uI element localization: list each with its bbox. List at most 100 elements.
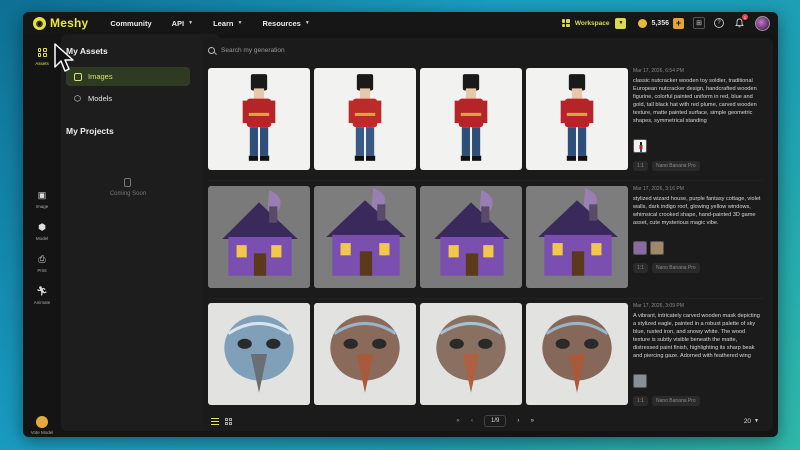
rail-print[interactable]: ⎙ Print: [23, 253, 61, 273]
rail-animate[interactable]: 🏃︎ Animate: [23, 285, 61, 305]
generated-image[interactable]: [314, 303, 416, 405]
logo[interactable]: ◉ Meshy: [33, 16, 88, 30]
reference-thumbnail[interactable]: [633, 139, 647, 153]
generated-image[interactable]: [420, 68, 522, 170]
grid-view-icon[interactable]: [225, 417, 232, 425]
workspace-icon: [561, 19, 570, 27]
generated-image[interactable]: [420, 303, 522, 405]
chevron-down-icon: ▼: [237, 20, 243, 26]
main-content: Search my generation Mar 17, 2026, 6:54 …: [203, 38, 773, 431]
chevron-down-icon: ▼: [188, 20, 194, 26]
generation-tags: 1:1 Nano Banana Pro: [633, 263, 763, 273]
generation-tags: 1:1 Nano Banana Pro: [633, 396, 763, 406]
generated-image[interactable]: [208, 303, 310, 405]
generation-date: Mar 17, 2026, 3:09 PM: [633, 303, 684, 309]
rail-vote-label: Vote Model: [30, 430, 54, 435]
rail-model[interactable]: ⬢ Model: [23, 221, 61, 241]
buy-credits-button[interactable]: +: [673, 17, 684, 29]
per-page-value: 20: [743, 417, 752, 425]
gift-icon[interactable]: ⊞: [693, 17, 705, 29]
workspace-label: Workspace: [574, 19, 610, 27]
coming-soon-text: Coming Soon: [109, 191, 147, 197]
ratio-tag: 1:1: [633, 161, 648, 171]
generation-info: Mar 17, 2026, 3:09 PM A vibrant, intrica…: [633, 303, 763, 406]
generation-row: Mar 17, 2026, 3:16 PM stylized wizard ho…: [208, 186, 768, 290]
reference-thumbnail[interactable]: [633, 241, 647, 255]
workspace-switcher[interactable]: Workspace ▼: [561, 17, 627, 29]
nav-api[interactable]: API ▼: [172, 19, 193, 28]
main-nav: Community API ▼ Learn ▼ Resources ▼: [110, 19, 329, 28]
assets-panel: My Assets Images ⬡ Models My Projects Co…: [61, 34, 220, 431]
generation-info: Mar 17, 2026, 3:16 PM stylized wizard ho…: [633, 186, 763, 273]
generation-row: Mar 17, 2026, 3:09 PM A vibrant, intrica…: [208, 303, 768, 407]
printer-icon: ⎙: [38, 254, 46, 264]
image-icon: [74, 72, 82, 81]
generation-prompt: A vibrant, intricately carved wooden mas…: [633, 313, 760, 359]
first-page-icon[interactable]: «: [453, 418, 463, 424]
last-page-icon[interactable]: »: [527, 418, 537, 424]
rail-image[interactable]: ▣ Image: [23, 189, 61, 209]
prev-page-icon[interactable]: ‹: [467, 418, 477, 424]
mouse-cursor-icon: [54, 43, 74, 72]
generation-info: Mar 17, 2026, 6:54 PM classic nutcracker…: [633, 68, 763, 171]
page-indicator[interactable]: 1/9: [484, 415, 507, 427]
brand-name: Meshy: [50, 16, 89, 30]
per-page-select[interactable]: 20 ▼: [744, 418, 759, 425]
rail-animate-label: Animate: [33, 300, 51, 305]
reference-images: [633, 139, 763, 153]
avatar[interactable]: [755, 15, 770, 31]
rail-vote-model[interactable]: Vote Model: [23, 416, 61, 435]
generation-prompt: classic nutcracker wooden toy soldier, t…: [633, 78, 757, 124]
bell-icon[interactable]: 1: [733, 14, 748, 29]
top-bar: ◉ Meshy Community API ▼ Learn ▼ Resources ▼…: [23, 12, 778, 34]
model-tag: Nano Banana Pro: [651, 161, 700, 171]
nav-community[interactable]: Community: [110, 19, 151, 28]
row-divider: [208, 298, 763, 299]
next-page-icon[interactable]: ›: [513, 418, 523, 424]
generated-image[interactable]: [314, 68, 416, 170]
rail-image-label: Image: [35, 204, 49, 209]
generated-image[interactable]: [526, 303, 628, 405]
ratio-tag: 1:1: [633, 263, 648, 273]
generated-image[interactable]: [208, 186, 310, 288]
assets-item-images[interactable]: Images: [66, 67, 190, 86]
assets-item-label: Images: [88, 72, 113, 81]
rail-assets-label: Assets: [35, 61, 49, 66]
bottom-bar: « ‹ 1/9 › » 20 ▼: [203, 411, 773, 431]
credits-display[interactable]: 5,356 +: [638, 17, 684, 29]
search-input[interactable]: Search my generation: [221, 47, 285, 54]
nav-resources[interactable]: Resources ▼: [262, 19, 309, 28]
left-rail: Assets ▣ Image ⬢ Model ⎙ Print 🏃︎ Animat…: [23, 34, 61, 437]
credits-value: 5,356: [651, 19, 669, 27]
generated-image[interactable]: [420, 186, 522, 288]
chevron-down-icon: ▼: [754, 418, 759, 424]
help-icon[interactable]: ?: [714, 18, 724, 28]
list-view-icon[interactable]: [211, 417, 219, 425]
vote-icon: [36, 416, 48, 428]
model-tag: Nano Banana Pro: [651, 396, 700, 406]
assets-item-models[interactable]: ⬡ Models: [66, 89, 190, 108]
generation-date: Mar 17, 2026, 6:54 PM: [633, 68, 684, 74]
running-figure-icon: 🏃︎: [36, 286, 48, 296]
chevron-down-icon: ▼: [304, 20, 310, 26]
rail-print-label: Print: [37, 268, 47, 273]
generation-tags: 1:1 Nano Banana Pro: [633, 161, 763, 171]
workspace-dropdown-button[interactable]: ▼: [615, 17, 627, 29]
generation-prompt: stylized wizard house, purple fantasy co…: [633, 196, 761, 226]
pagination: « ‹ 1/9 › »: [451, 415, 539, 427]
nav-learn[interactable]: Learn ▼: [213, 19, 242, 28]
notification-badge: 1: [742, 14, 748, 20]
generated-image[interactable]: [314, 186, 416, 288]
generated-image[interactable]: [526, 68, 628, 170]
coin-icon: [638, 18, 648, 28]
reference-images: [633, 241, 763, 255]
reference-thumbnail[interactable]: [650, 241, 664, 255]
cube-icon: ⬡: [74, 93, 81, 103]
generated-image[interactable]: [208, 68, 310, 170]
assets-icon: [36, 46, 49, 59]
app-window: ◉ Meshy Community API ▼ Learn ▼ Resources ▼…: [23, 12, 778, 437]
generated-image[interactable]: [526, 186, 628, 288]
cube-icon: ⬢: [38, 222, 46, 232]
search-bar[interactable]: Search my generation: [208, 43, 358, 57]
reference-thumbnail[interactable]: [633, 374, 647, 388]
